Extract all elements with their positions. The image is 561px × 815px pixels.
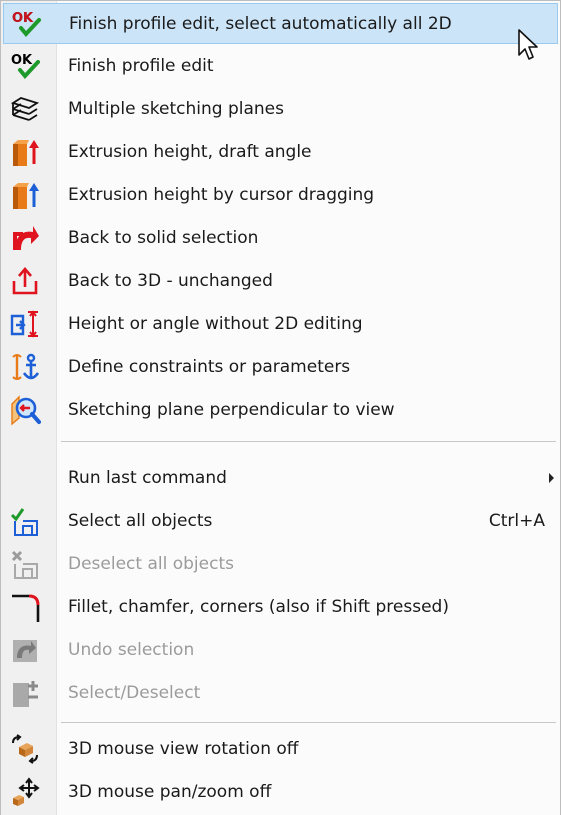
select-all-icon bbox=[9, 505, 41, 537]
submenu-arrow-icon bbox=[549, 473, 554, 483]
menu-item-label: Extrusion height by cursor dragging bbox=[68, 185, 375, 205]
menu-item-run-last-command[interactable]: Run last command bbox=[3, 458, 558, 499]
height-dimension-icon bbox=[9, 308, 41, 340]
menu-item-label: Height or angle without 2D editing bbox=[68, 314, 363, 334]
menu-item-finish-profile-select-all-2d[interactable]: OK OK Finish profile edit, select automat… bbox=[3, 3, 558, 44]
anchor-constraint-icon bbox=[9, 351, 41, 383]
menu-item-label: 3D mouse view rotation off bbox=[68, 739, 299, 759]
menu-item-label: Back to 3D - unchanged bbox=[68, 271, 273, 291]
menu-item-label: Select all objects bbox=[68, 511, 213, 531]
svg-text:OK: OK bbox=[11, 53, 33, 68]
menu-item-plane-perpendicular-to-view[interactable]: Sketching plane perpendicular to view bbox=[3, 390, 558, 431]
deselect-all-icon bbox=[9, 548, 41, 580]
shortcut-label: Ctrl+A bbox=[488, 511, 545, 531]
menu-item-label: Multiple sketching planes bbox=[68, 99, 284, 119]
context-menu: OK OK Finish profile edit, select automat… bbox=[0, 0, 561, 815]
menu-item-3d-mouse-rotation-off[interactable]: 3D mouse view rotation off bbox=[3, 729, 558, 770]
menu-item-deselect-all-objects[interactable]: Deselect all objects bbox=[3, 544, 558, 585]
menu-item-label: Deselect all objects bbox=[68, 554, 234, 574]
mouse-rotation-icon bbox=[9, 733, 41, 765]
menu-item-label: Back to solid selection bbox=[68, 228, 259, 248]
menu-item-3d-mouse-pan-zoom-off[interactable]: 3D mouse pan/zoom off bbox=[3, 772, 558, 813]
menu-item-select-all-objects[interactable]: Select all objects Ctrl+A bbox=[3, 501, 558, 542]
stacked-planes-icon bbox=[9, 93, 41, 125]
menu-item-define-constraints[interactable]: Define constraints or parameters bbox=[3, 347, 558, 388]
menu-item-label: Finish profile edit, select automaticall… bbox=[69, 14, 452, 34]
menu-item-label: Finish profile edit bbox=[68, 56, 214, 76]
menu-item-select-deselect[interactable]: Select/Deselect bbox=[3, 673, 558, 714]
tray-up-arrow-icon bbox=[9, 265, 41, 297]
menu-item-label: Define constraints or parameters bbox=[68, 357, 351, 377]
menu-item-label: Extrusion height, draft angle bbox=[68, 142, 312, 162]
undo-selection-icon bbox=[9, 634, 41, 666]
view-plane-magnifier-icon bbox=[9, 394, 41, 426]
ok-check-icon: OK bbox=[9, 50, 41, 82]
ok-check-icon: OK OK bbox=[10, 8, 42, 40]
menu-item-back-to-3d-unchanged[interactable]: Back to 3D - unchanged bbox=[3, 261, 558, 302]
menu-item-finish-profile-edit[interactable]: OK Finish profile edit bbox=[3, 46, 558, 87]
select-deselect-icon bbox=[9, 677, 41, 709]
mouse-pan-zoom-icon bbox=[9, 776, 41, 808]
menu-item-height-angle-no-2d[interactable]: Height or angle without 2D editing bbox=[3, 304, 558, 345]
menu-item-label: Select/Deselect bbox=[68, 683, 201, 703]
extrusion-red-arrow-icon bbox=[9, 136, 41, 168]
extrusion-blue-arrow-icon bbox=[9, 179, 41, 211]
menu-item-label: Run last command bbox=[68, 468, 227, 488]
menu-item-label: Sketching plane perpendicular to view bbox=[68, 400, 395, 420]
menu-item-label: Fillet, chamfer, corners (also if Shift … bbox=[68, 597, 449, 617]
menu-separator bbox=[61, 441, 556, 442]
mouse-pointer-icon bbox=[518, 29, 538, 60]
menu-item-undo-selection[interactable]: Undo selection bbox=[3, 630, 558, 671]
svg-text:OK: OK bbox=[12, 11, 34, 26]
menu-item-label: Undo selection bbox=[68, 640, 195, 660]
back-arrow-red-icon bbox=[9, 222, 41, 254]
menu-separator bbox=[61, 722, 556, 723]
menu-item-extrusion-height-draft-angle[interactable]: Extrusion height, draft angle bbox=[3, 132, 558, 173]
fillet-corner-icon bbox=[9, 591, 41, 623]
menu-item-back-to-solid-selection[interactable]: Back to solid selection bbox=[3, 218, 558, 259]
menu-item-label: 3D mouse pan/zoom off bbox=[68, 782, 272, 802]
menu-item-multiple-sketching-planes[interactable]: Multiple sketching planes bbox=[3, 89, 558, 130]
menu-item-extrusion-height-cursor-drag[interactable]: Extrusion height by cursor dragging bbox=[3, 175, 558, 216]
menu-item-fillet-chamfer-corners[interactable]: Fillet, chamfer, corners (also if Shift … bbox=[3, 587, 558, 628]
